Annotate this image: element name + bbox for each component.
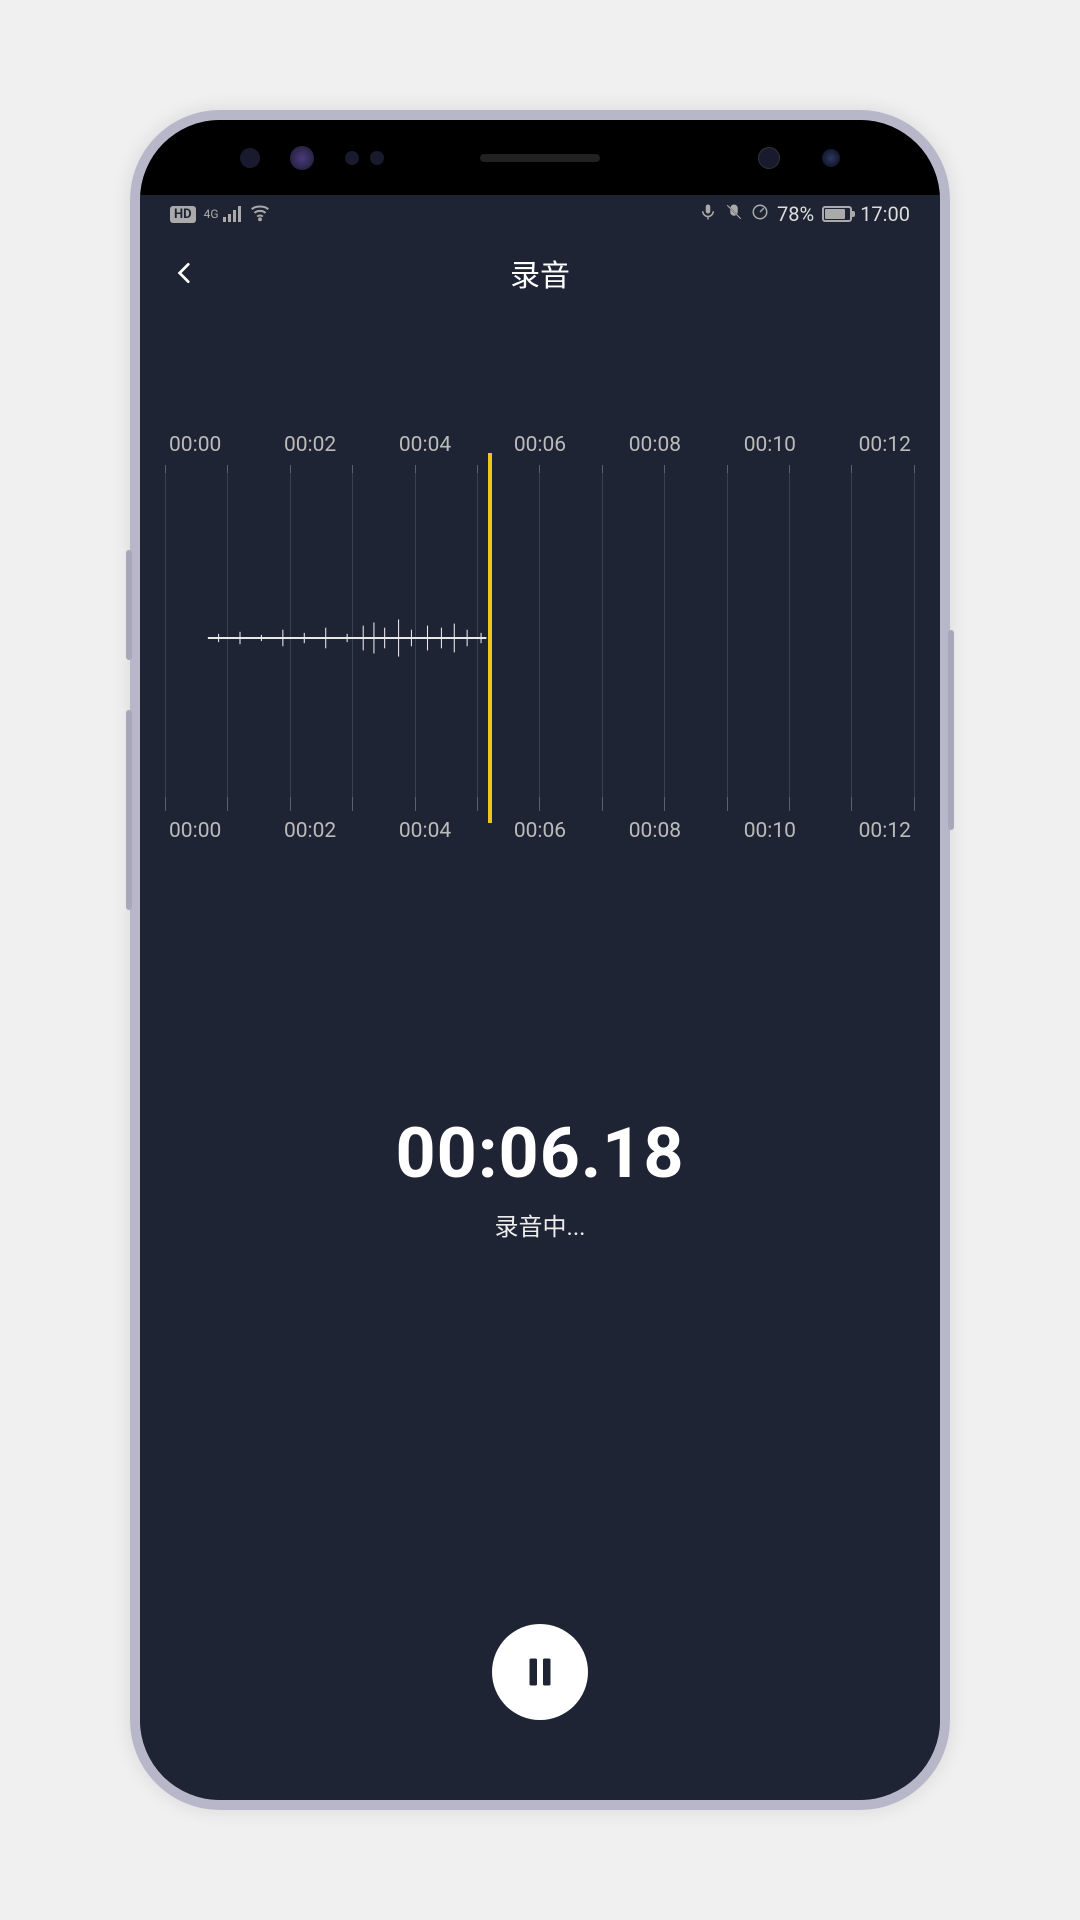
front-camera-icon	[822, 149, 840, 167]
front-camera-icon	[758, 147, 780, 169]
pause-button[interactable]	[492, 1624, 588, 1720]
time-mark: 00:10	[744, 433, 796, 457]
timer-section: 00:06.18 录音中...	[140, 1113, 940, 1242]
speaker-grille	[480, 154, 600, 162]
app-screen: HD 4G 78%	[140, 195, 940, 1800]
time-mark: 00:02	[284, 819, 336, 843]
control-bar	[140, 1624, 940, 1720]
power-button	[948, 630, 954, 830]
notch	[140, 120, 940, 195]
time-ruler-top: 00:00 00:02 00:04 00:06 00:08 00:10 00:1…	[165, 433, 915, 457]
time-mark: 00:08	[629, 819, 681, 843]
status-bar: HD 4G 78%	[140, 195, 940, 233]
sensor-icon	[370, 151, 384, 165]
app-header: 录音	[140, 233, 940, 313]
time-mark: 00:06	[514, 819, 566, 843]
mic-icon	[699, 202, 717, 226]
recording-status: 录音中...	[140, 1207, 940, 1242]
hd-badge: HD	[170, 206, 196, 223]
time-ruler-bottom: 00:00 00:02 00:04 00:06 00:08 00:10 00:1…	[165, 819, 915, 843]
time-mark: 00:10	[744, 819, 796, 843]
phone-screen-bezel: HD 4G 78%	[140, 120, 940, 1800]
phone-frame: HD 4G 78%	[130, 110, 950, 1810]
time-mark: 00:00	[169, 819, 221, 843]
mute-icon	[725, 202, 743, 226]
time-mark: 00:00	[169, 433, 221, 457]
waveform-panel[interactable]: 00:00 00:02 00:04 00:06 00:08 00:10 00:1…	[165, 433, 915, 843]
wifi-icon	[249, 201, 271, 228]
time-mark: 00:06	[514, 433, 566, 457]
sensor-icon	[345, 151, 359, 165]
battery-percent: 78%	[777, 202, 814, 226]
volume-down-button	[126, 710, 132, 910]
time-mark: 00:12	[859, 819, 911, 843]
back-button[interactable]	[165, 253, 205, 293]
time-mark: 00:04	[399, 433, 451, 457]
speed-icon	[751, 202, 769, 226]
sensor-icon	[240, 148, 260, 168]
clock-time: 17:00	[860, 202, 910, 226]
playhead-marker	[488, 453, 492, 823]
network-label: 4G	[204, 207, 219, 221]
sensor-icon	[290, 146, 314, 170]
waveform-svg	[165, 473, 915, 803]
page-title: 录音	[510, 251, 570, 295]
time-mark: 00:04	[399, 819, 451, 843]
volume-up-button	[126, 550, 132, 660]
time-mark: 00:12	[859, 433, 911, 457]
time-mark: 00:02	[284, 433, 336, 457]
signal-icon	[223, 206, 241, 222]
time-mark: 00:08	[629, 433, 681, 457]
elapsed-time: 00:06.18	[140, 1113, 940, 1195]
battery-icon	[822, 206, 852, 222]
